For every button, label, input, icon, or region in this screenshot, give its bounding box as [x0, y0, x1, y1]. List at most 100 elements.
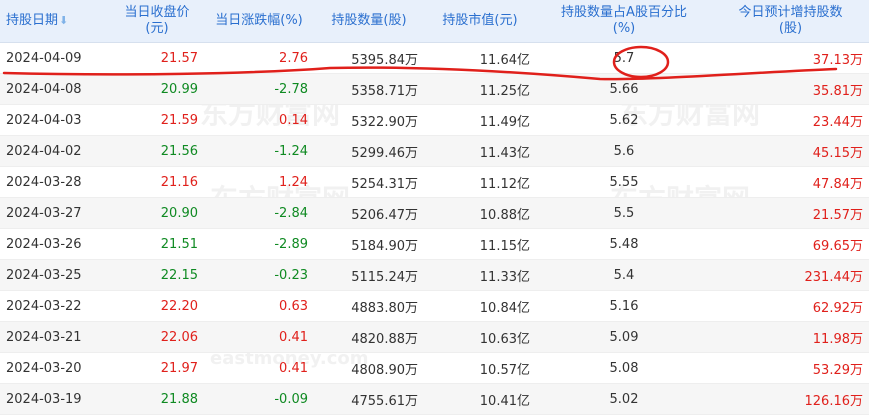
- cell-qty: 4808.90万: [314, 352, 424, 384]
- cell-ratio: 5.6: [536, 135, 712, 167]
- cell-date: 2024-04-02: [0, 135, 110, 167]
- cell-date: 2024-04-03: [0, 104, 110, 136]
- cell-value: 10.88亿: [424, 197, 536, 229]
- cell-qty: 5254.31万: [314, 166, 424, 198]
- cell-qty: 5358.71万: [314, 73, 424, 105]
- cell-est: 47.84万: [712, 166, 869, 198]
- cell-est: 37.13万: [712, 42, 869, 74]
- sort-down-arrow-icon[interactable]: ⬇: [59, 14, 68, 27]
- cell-close: 21.16: [110, 166, 204, 198]
- cell-est: 69.65万: [712, 228, 869, 260]
- cell-date: 2024-03-28: [0, 166, 110, 198]
- cell-close: 20.99: [110, 73, 204, 105]
- cell-ratio: 5.4: [536, 259, 712, 291]
- cell-value: 10.57亿: [424, 352, 536, 384]
- cell-change: -0.09: [204, 383, 314, 415]
- cell-qty: 4883.80万: [314, 290, 424, 322]
- cell-ratio: 5.62: [536, 104, 712, 136]
- cell-change: -0.23: [204, 259, 314, 291]
- col-header-est[interactable]: 今日预计增持股数 (股): [712, 0, 869, 43]
- cell-est: 126.16万: [712, 383, 869, 415]
- table-row[interactable]: 2024-04-03 21.59 0.14 5322.90万 11.49亿 5.62 23.…: [0, 104, 869, 136]
- col-header-date[interactable]: 持股日期⬇: [0, 0, 110, 43]
- cell-ratio: 5.7: [536, 42, 712, 74]
- col-header-qty[interactable]: 持股数量(股): [314, 0, 424, 43]
- cell-est: 45.15万: [712, 135, 869, 167]
- table-row[interactable]: 2024-04-02 21.56 -1.24 5299.46万 11.43亿 5.6 45.…: [0, 135, 869, 167]
- cell-ratio: 5.09: [536, 321, 712, 353]
- cell-close: 22.06: [110, 321, 204, 353]
- cell-close: 21.56: [110, 135, 204, 167]
- cell-ratio: 5.66: [536, 73, 712, 105]
- cell-date: 2024-03-19: [0, 383, 110, 415]
- cell-est: 11.98万: [712, 321, 869, 353]
- table-row[interactable]: 2024-03-28 21.16 1.24 5254.31万 11.12亿 5.55 47.…: [0, 166, 869, 198]
- cell-value: 11.43亿: [424, 135, 536, 167]
- table-header-row: 持股日期⬇ 当日收盘价 (元) 当日涨跌幅(%) 持股数量(股) 持股市值(元)…: [0, 0, 869, 43]
- cell-close: 21.57: [110, 42, 204, 74]
- cell-est: 62.92万: [712, 290, 869, 322]
- cell-value: 11.64亿: [424, 42, 536, 74]
- cell-ratio: 5.5: [536, 197, 712, 229]
- cell-change: -2.84: [204, 197, 314, 229]
- col-header-close[interactable]: 当日收盘价 (元): [110, 0, 204, 43]
- col-header-ratio[interactable]: 持股数量占A股百分比 (%): [536, 0, 712, 43]
- cell-close: 22.20: [110, 290, 204, 322]
- cell-close: 21.51: [110, 228, 204, 260]
- col-header-change[interactable]: 当日涨跌幅(%): [204, 0, 314, 43]
- cell-date: 2024-04-08: [0, 73, 110, 105]
- cell-ratio: 5.16: [536, 290, 712, 322]
- cell-date: 2024-03-27: [0, 197, 110, 229]
- cell-change: -2.78: [204, 73, 314, 105]
- cell-qty: 5206.47万: [314, 197, 424, 229]
- cell-change: 0.41: [204, 321, 314, 353]
- cell-value: 11.33亿: [424, 259, 536, 291]
- cell-qty: 5299.46万: [314, 135, 424, 167]
- cell-value: 11.15亿: [424, 228, 536, 260]
- cell-est: 23.44万: [712, 104, 869, 136]
- table-row[interactable]: 2024-04-08 20.99 -2.78 5358.71万 11.25亿 5.66 35…: [0, 73, 869, 105]
- cell-value: 10.84亿: [424, 290, 536, 322]
- cell-value: 11.12亿: [424, 166, 536, 198]
- cell-date: 2024-03-21: [0, 321, 110, 353]
- cell-date: 2024-03-22: [0, 290, 110, 322]
- cell-change: 0.14: [204, 104, 314, 136]
- cell-change: 1.24: [204, 166, 314, 198]
- cell-change: 0.41: [204, 352, 314, 384]
- holdings-table-panel: 东方财富网 东方财富网 东方财富网 东方财富网 eastmoney.com 持股…: [0, 0, 869, 420]
- table-row[interactable]: 2024-03-20 21.97 0.41 4808.90万 10.57亿 5.08 53.…: [0, 352, 869, 384]
- cell-change: -1.24: [204, 135, 314, 167]
- cell-value: 10.41亿: [424, 383, 536, 415]
- holdings-table: 持股日期⬇ 当日收盘价 (元) 当日涨跌幅(%) 持股数量(股) 持股市值(元)…: [0, 0, 869, 415]
- cell-qty: 5395.84万: [314, 42, 424, 74]
- table-row[interactable]: 2024-03-19 21.88 -0.09 4755.61万 10.41亿 5.02 12…: [0, 383, 869, 415]
- cell-est: 35.81万: [712, 73, 869, 105]
- cell-close: 22.15: [110, 259, 204, 291]
- cell-qty: 5115.24万: [314, 259, 424, 291]
- table-row[interactable]: 2024-03-27 20.90 -2.84 5206.47万 10.88亿 5.5 21.…: [0, 197, 869, 229]
- cell-date: 2024-03-26: [0, 228, 110, 260]
- cell-ratio: 5.08: [536, 352, 712, 384]
- cell-qty: 5184.90万: [314, 228, 424, 260]
- col-header-value[interactable]: 持股市值(元): [424, 0, 536, 43]
- cell-date: 2024-03-20: [0, 352, 110, 384]
- cell-close: 21.88: [110, 383, 204, 415]
- cell-value: 11.49亿: [424, 104, 536, 136]
- cell-ratio: 5.48: [536, 228, 712, 260]
- cell-close: 21.97: [110, 352, 204, 384]
- table-row[interactable]: 2024-03-22 22.20 0.63 4883.80万 10.84亿 5.16 62.…: [0, 290, 869, 322]
- cell-qty: 4755.61万: [314, 383, 424, 415]
- table-row[interactable]: 2024-04-09 21.57 2.76 5395.84万 11.64亿 5.7 37.1…: [0, 42, 869, 74]
- cell-change: 0.63: [204, 290, 314, 322]
- cell-value: 11.25亿: [424, 73, 536, 105]
- cell-ratio: 5.02: [536, 383, 712, 415]
- table-row[interactable]: 2024-03-21 22.06 0.41 4820.88万 10.63亿 5.09 11.…: [0, 321, 869, 353]
- table-row[interactable]: 2024-03-25 22.15 -0.23 5115.24万 11.33亿 5.4 231…: [0, 259, 869, 291]
- cell-ratio: 5.55: [536, 166, 712, 198]
- cell-value: 10.63亿: [424, 321, 536, 353]
- cell-change: -2.89: [204, 228, 314, 260]
- cell-est: 21.57万: [712, 197, 869, 229]
- cell-qty: 4820.88万: [314, 321, 424, 353]
- cell-change: 2.76: [204, 42, 314, 74]
- table-row[interactable]: 2024-03-26 21.51 -2.89 5184.90万 11.15亿 5.48 69…: [0, 228, 869, 260]
